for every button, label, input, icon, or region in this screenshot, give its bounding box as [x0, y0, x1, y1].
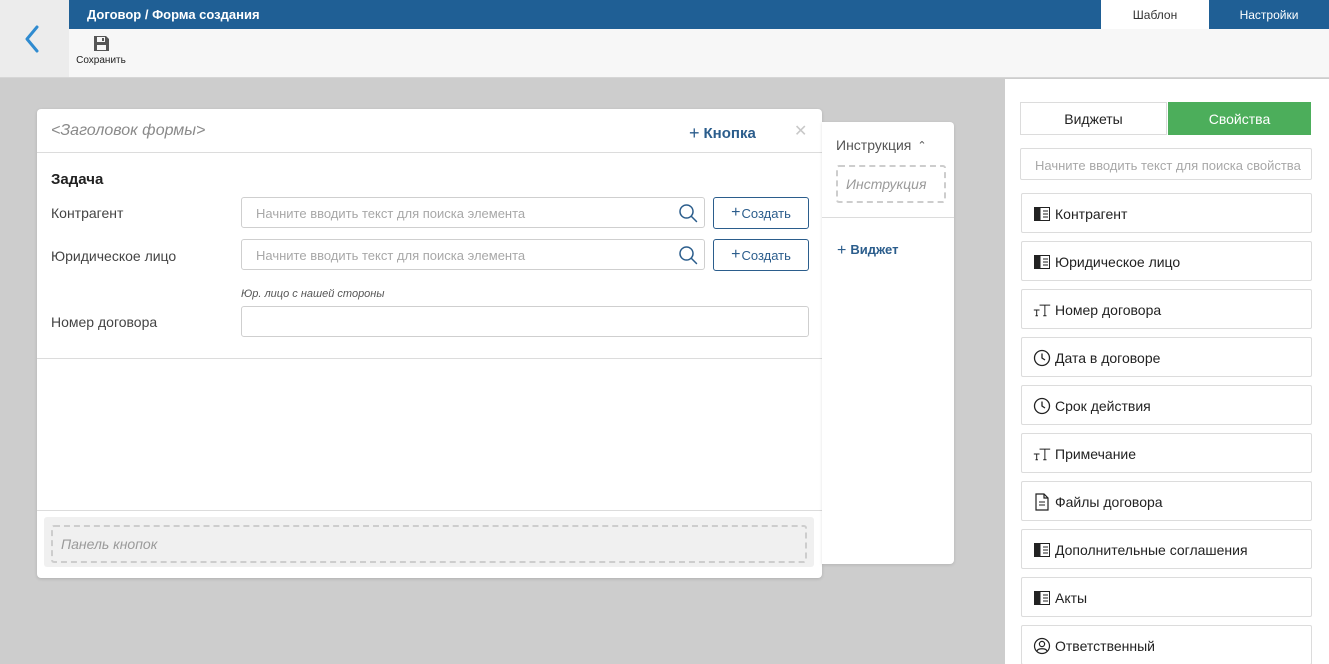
breadcrumb: Договор / Форма создания — [87, 7, 260, 22]
add-button-label: Кнопка — [703, 125, 756, 142]
create-label: Создать — [741, 247, 791, 263]
legal-entity-input[interactable]: Начните вводить текст для поиска элемент… — [241, 239, 705, 270]
divider — [37, 510, 822, 511]
add-widget-link[interactable]: + Виджет — [837, 241, 898, 259]
legal-entity-hint: Юр. лицо с нашей стороны — [241, 288, 385, 300]
property-label: Номер договора — [1055, 302, 1162, 318]
save-label: Сохранить — [76, 55, 126, 66]
legal-entity-placeholder: Начните вводить текст для поиска элемент… — [256, 248, 526, 263]
buttons-panel-dropzone[interactable]: Панель кнопок — [51, 525, 807, 563]
form-header: <Заголовок формы> + Кнопка ✕ — [37, 109, 822, 153]
counterparty-label: Контрагент — [51, 205, 124, 221]
catalog-icon — [1033, 253, 1051, 271]
property-label: Дата в договоре — [1055, 350, 1161, 366]
form-card: <Заголовок формы> + Кнопка ✕ Задача Контр… — [37, 109, 822, 578]
property-item[interactable]: Номер договора — [1021, 289, 1312, 329]
properties-search-input[interactable]: Начните вводить текст для поиска свойств… — [1020, 148, 1312, 180]
tab-settings[interactable]: Настройки — [1209, 0, 1329, 29]
plus-icon: + — [731, 246, 741, 263]
property-item[interactable]: Файлы договора — [1021, 481, 1312, 521]
property-item[interactable]: Дата в договоре — [1021, 337, 1312, 377]
catalog-icon — [1033, 541, 1051, 559]
chevron-left-icon — [25, 25, 39, 53]
property-item[interactable]: Контрагент — [1021, 193, 1312, 233]
property-item[interactable]: Примечание — [1021, 433, 1312, 473]
clock-icon — [1033, 349, 1051, 367]
property-item[interactable]: Юридическое лицо — [1021, 241, 1312, 281]
plus-icon: + — [837, 242, 847, 259]
create-legal-entity-button[interactable]: + Создать — [713, 239, 809, 271]
form-title[interactable]: <Заголовок формы> — [51, 122, 205, 140]
instruction-title: Инструкция — [836, 137, 912, 153]
contract-number-input[interactable] — [241, 306, 809, 337]
add-button-link[interactable]: + Кнопка — [689, 122, 756, 143]
text-icon — [1033, 445, 1051, 463]
tab-widgets[interactable]: Виджеты — [1020, 102, 1167, 135]
property-label: Контрагент — [1055, 206, 1128, 222]
form-body: Задача Контрагент Начните вводить текст … — [37, 153, 822, 359]
chevron-up-icon: ⌃ — [917, 140, 927, 152]
back-button[interactable] — [18, 22, 46, 56]
buttons-panel-label: Панель кнопок — [61, 536, 158, 552]
property-item[interactable]: Акты — [1021, 577, 1312, 617]
text-icon — [1033, 301, 1051, 319]
contract-number-label: Номер договора — [51, 314, 158, 330]
buttons-panel[interactable]: Панель кнопок — [44, 517, 814, 567]
property-label: Ответственный — [1055, 638, 1155, 654]
right-panel: Виджеты Свойства Начните вводить текст д… — [1005, 79, 1329, 664]
tab-template[interactable]: Шаблон — [1101, 0, 1209, 29]
add-widget-label: Виджет — [850, 242, 899, 257]
top-bar: Договор / Форма создания Шаблон Настройк… — [69, 0, 1329, 29]
catalog-icon — [1033, 589, 1051, 607]
property-label: Срок действия — [1055, 398, 1151, 414]
property-item[interactable]: Срок действия — [1021, 385, 1312, 425]
instruction-toggle[interactable]: Инструкция ⌃ — [836, 137, 927, 153]
counterparty-placeholder: Начните вводить текст для поиска элемент… — [256, 206, 526, 221]
save-icon — [93, 36, 109, 51]
user-icon — [1033, 637, 1051, 655]
property-label: Юридическое лицо — [1055, 254, 1181, 270]
create-counterparty-button[interactable]: + Создать — [713, 197, 809, 229]
close-icon[interactable]: ✕ — [794, 121, 807, 141]
divider — [822, 217, 954, 218]
save-button[interactable]: Сохранить — [76, 35, 126, 73]
clock-icon — [1033, 397, 1051, 415]
property-label: Файлы договора — [1055, 494, 1163, 510]
properties-search-placeholder: Начните вводить текст для поиска свойств… — [1035, 158, 1301, 173]
property-item[interactable]: Дополнительные соглашения — [1021, 529, 1312, 569]
plus-icon: + — [731, 204, 741, 221]
back-strip — [0, 0, 69, 78]
catalog-icon — [1033, 205, 1051, 223]
instruction-placeholder: Инструкция — [846, 176, 927, 192]
instruction-column: Инструкция ⌃ Инструкция + Виджет — [822, 122, 954, 564]
property-label: Акты — [1055, 590, 1088, 606]
counterparty-input[interactable]: Начните вводить текст для поиска элемент… — [241, 197, 705, 228]
file-icon — [1033, 493, 1051, 511]
instruction-dropzone[interactable]: Инструкция — [836, 165, 946, 203]
toolbar: Сохранить — [69, 29, 1329, 78]
section-title: Задача — [51, 171, 104, 188]
create-label: Создать — [741, 205, 791, 221]
property-item[interactable]: Ответственный — [1021, 625, 1312, 664]
tab-properties[interactable]: Свойства — [1168, 102, 1311, 135]
search-icon[interactable] — [678, 203, 698, 223]
legal-entity-label: Юридическое лицо — [51, 248, 177, 264]
search-icon[interactable] — [678, 245, 698, 265]
property-label: Дополнительные соглашения — [1055, 542, 1248, 558]
plus-icon: + — [689, 123, 700, 143]
property-label: Примечание — [1055, 446, 1137, 462]
